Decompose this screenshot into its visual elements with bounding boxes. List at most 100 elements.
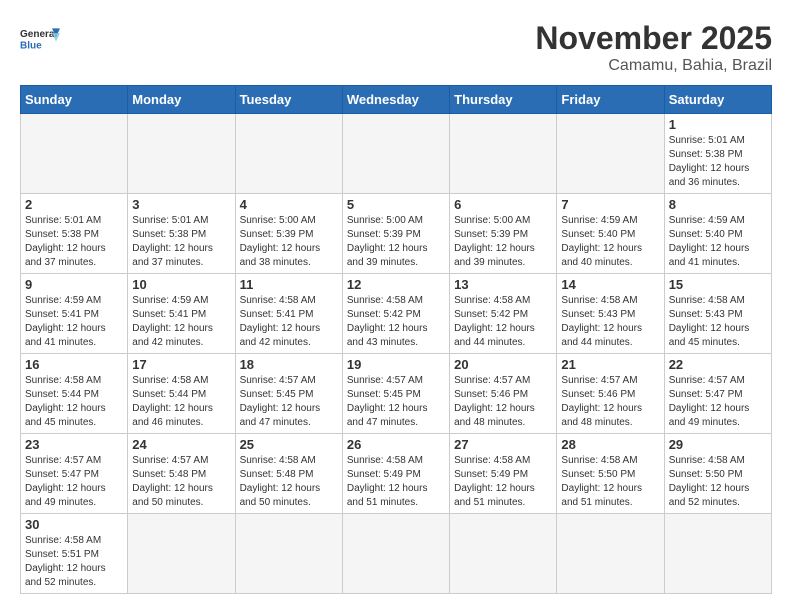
- day-number: 26: [347, 437, 445, 452]
- empty-cell: [235, 114, 342, 194]
- day-info: Sunrise: 5:00 AMSunset: 5:39 PMDaylight:…: [240, 214, 338, 270]
- day-number: 8: [669, 197, 767, 212]
- empty-cell: [557, 114, 664, 194]
- day-number: 28: [561, 437, 659, 452]
- day-info: Sunrise: 4:59 AMSunset: 5:40 PMDaylight:…: [561, 214, 659, 270]
- day-info: Sunrise: 4:58 AMSunset: 5:49 PMDaylight:…: [347, 454, 445, 510]
- month-title: November 2025: [535, 20, 772, 57]
- day-info: Sunrise: 4:58 AMSunset: 5:43 PMDaylight:…: [669, 294, 767, 350]
- day-18: 18 Sunrise: 4:57 AMSunset: 5:45 PMDaylig…: [235, 354, 342, 434]
- day-number: 12: [347, 277, 445, 292]
- title-area: November 2025 Camamu, Bahia, Brazil: [535, 20, 772, 75]
- day-info: Sunrise: 4:57 AMSunset: 5:46 PMDaylight:…: [561, 374, 659, 430]
- logo: General Blue: [20, 20, 60, 60]
- day-info: Sunrise: 4:57 AMSunset: 5:48 PMDaylight:…: [132, 454, 230, 510]
- day-14: 14 Sunrise: 4:58 AMSunset: 5:43 PMDaylig…: [557, 274, 664, 354]
- day-info: Sunrise: 4:57 AMSunset: 5:45 PMDaylight:…: [240, 374, 338, 430]
- day-number: 19: [347, 357, 445, 372]
- day-number: 1: [669, 117, 767, 132]
- day-24: 24 Sunrise: 4:57 AMSunset: 5:48 PMDaylig…: [128, 434, 235, 514]
- day-info: Sunrise: 4:57 AMSunset: 5:45 PMDaylight:…: [347, 374, 445, 430]
- header-tuesday: Tuesday: [235, 86, 342, 114]
- day-number: 20: [454, 357, 552, 372]
- day-number: 30: [25, 517, 123, 532]
- day-number: 14: [561, 277, 659, 292]
- day-number: 6: [454, 197, 552, 212]
- day-19: 19 Sunrise: 4:57 AMSunset: 5:45 PMDaylig…: [342, 354, 449, 434]
- weekday-header-row: Sunday Monday Tuesday Wednesday Thursday…: [21, 86, 772, 114]
- day-info: Sunrise: 5:00 AMSunset: 5:39 PMDaylight:…: [454, 214, 552, 270]
- day-info: Sunrise: 5:01 AMSunset: 5:38 PMDaylight:…: [25, 214, 123, 270]
- day-number: 25: [240, 437, 338, 452]
- empty-cell: [128, 114, 235, 194]
- day-info: Sunrise: 4:57 AMSunset: 5:47 PMDaylight:…: [25, 454, 123, 510]
- day-info: Sunrise: 4:59 AMSunset: 5:41 PMDaylight:…: [25, 294, 123, 350]
- day-info: Sunrise: 4:58 AMSunset: 5:49 PMDaylight:…: [454, 454, 552, 510]
- day-6: 6 Sunrise: 5:00 AMSunset: 5:39 PMDayligh…: [450, 194, 557, 274]
- calendar-row-6: 30 Sunrise: 4:58 AMSunset: 5:51 PMDaylig…: [21, 514, 772, 594]
- day-number: 13: [454, 277, 552, 292]
- logo-icon: General Blue: [20, 20, 60, 60]
- day-13: 13 Sunrise: 4:58 AMSunset: 5:42 PMDaylig…: [450, 274, 557, 354]
- day-25: 25 Sunrise: 4:58 AMSunset: 5:48 PMDaylig…: [235, 434, 342, 514]
- empty-cell: [557, 514, 664, 594]
- calendar-row-5: 23 Sunrise: 4:57 AMSunset: 5:47 PMDaylig…: [21, 434, 772, 514]
- header-saturday: Saturday: [664, 86, 771, 114]
- calendar-table: Sunday Monday Tuesday Wednesday Thursday…: [20, 85, 772, 594]
- day-20: 20 Sunrise: 4:57 AMSunset: 5:46 PMDaylig…: [450, 354, 557, 434]
- day-number: 10: [132, 277, 230, 292]
- day-8: 8 Sunrise: 4:59 AMSunset: 5:40 PMDayligh…: [664, 194, 771, 274]
- header-thursday: Thursday: [450, 86, 557, 114]
- day-number: 17: [132, 357, 230, 372]
- day-29: 29 Sunrise: 4:58 AMSunset: 5:50 PMDaylig…: [664, 434, 771, 514]
- empty-cell: [450, 114, 557, 194]
- empty-cell: [235, 514, 342, 594]
- page-header: General Blue November 2025 Camamu, Bahia…: [20, 20, 772, 75]
- day-info: Sunrise: 4:58 AMSunset: 5:48 PMDaylight:…: [240, 454, 338, 510]
- day-16: 16 Sunrise: 4:58 AMSunset: 5:44 PMDaylig…: [21, 354, 128, 434]
- day-11: 11 Sunrise: 4:58 AMSunset: 5:41 PMDaylig…: [235, 274, 342, 354]
- day-number: 23: [25, 437, 123, 452]
- header-wednesday: Wednesday: [342, 86, 449, 114]
- day-number: 16: [25, 357, 123, 372]
- empty-cell: [664, 514, 771, 594]
- empty-cell: [128, 514, 235, 594]
- day-28: 28 Sunrise: 4:58 AMSunset: 5:50 PMDaylig…: [557, 434, 664, 514]
- day-info: Sunrise: 4:58 AMSunset: 5:50 PMDaylight:…: [669, 454, 767, 510]
- day-number: 9: [25, 277, 123, 292]
- svg-text:Blue: Blue: [20, 40, 42, 51]
- day-number: 2: [25, 197, 123, 212]
- calendar-row-3: 9 Sunrise: 4:59 AMSunset: 5:41 PMDayligh…: [21, 274, 772, 354]
- day-4: 4 Sunrise: 5:00 AMSunset: 5:39 PMDayligh…: [235, 194, 342, 274]
- day-number: 15: [669, 277, 767, 292]
- calendar-row-2: 2 Sunrise: 5:01 AMSunset: 5:38 PMDayligh…: [21, 194, 772, 274]
- day-number: 29: [669, 437, 767, 452]
- day-30: 30 Sunrise: 4:58 AMSunset: 5:51 PMDaylig…: [21, 514, 128, 594]
- calendar-row-1: 1 Sunrise: 5:01 AMSunset: 5:38 PMDayligh…: [21, 114, 772, 194]
- empty-cell: [342, 114, 449, 194]
- empty-cell: [450, 514, 557, 594]
- day-10: 10 Sunrise: 4:59 AMSunset: 5:41 PMDaylig…: [128, 274, 235, 354]
- header-sunday: Sunday: [21, 86, 128, 114]
- day-number: 3: [132, 197, 230, 212]
- svg-text:General: General: [20, 29, 57, 40]
- day-info: Sunrise: 4:58 AMSunset: 5:42 PMDaylight:…: [454, 294, 552, 350]
- day-info: Sunrise: 4:59 AMSunset: 5:40 PMDaylight:…: [669, 214, 767, 270]
- day-22: 22 Sunrise: 4:57 AMSunset: 5:47 PMDaylig…: [664, 354, 771, 434]
- day-number: 21: [561, 357, 659, 372]
- day-number: 4: [240, 197, 338, 212]
- empty-cell: [342, 514, 449, 594]
- header-friday: Friday: [557, 86, 664, 114]
- day-21: 21 Sunrise: 4:57 AMSunset: 5:46 PMDaylig…: [557, 354, 664, 434]
- day-15: 15 Sunrise: 4:58 AMSunset: 5:43 PMDaylig…: [664, 274, 771, 354]
- day-2: 2 Sunrise: 5:01 AMSunset: 5:38 PMDayligh…: [21, 194, 128, 274]
- day-info: Sunrise: 4:57 AMSunset: 5:47 PMDaylight:…: [669, 374, 767, 430]
- location: Camamu, Bahia, Brazil: [535, 57, 772, 75]
- day-27: 27 Sunrise: 4:58 AMSunset: 5:49 PMDaylig…: [450, 434, 557, 514]
- day-number: 24: [132, 437, 230, 452]
- day-info: Sunrise: 4:58 AMSunset: 5:50 PMDaylight:…: [561, 454, 659, 510]
- day-info: Sunrise: 4:58 AMSunset: 5:42 PMDaylight:…: [347, 294, 445, 350]
- day-23: 23 Sunrise: 4:57 AMSunset: 5:47 PMDaylig…: [21, 434, 128, 514]
- day-info: Sunrise: 5:01 AMSunset: 5:38 PMDaylight:…: [669, 134, 767, 190]
- day-number: 27: [454, 437, 552, 452]
